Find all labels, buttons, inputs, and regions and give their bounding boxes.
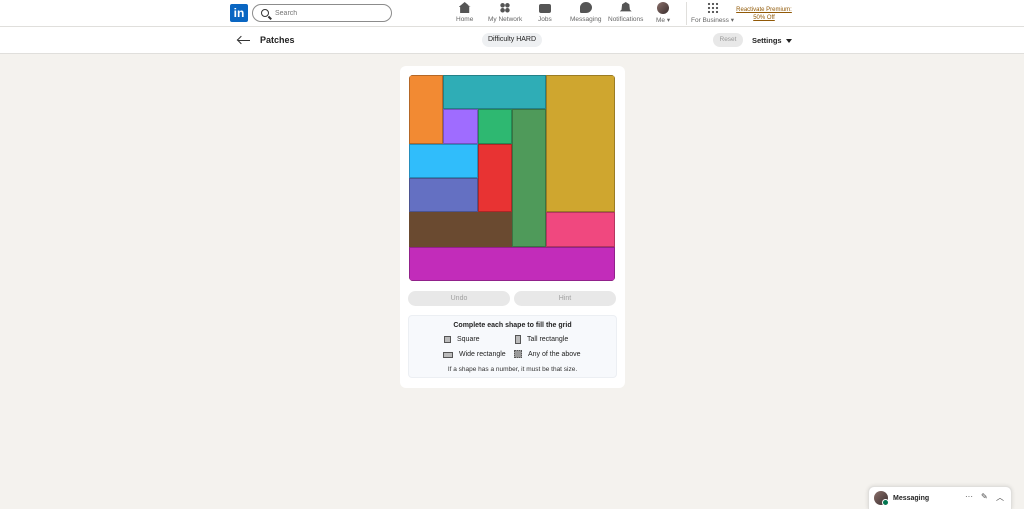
notification-badge: 16 [629,0,637,7]
premium-link[interactable]: Reactivate Premium: 50% Off [736,6,792,22]
page-title: Patches [260,35,295,45]
nav-home[interactable]: Home [456,2,473,23]
legend-wide: Wide rectangle [443,351,506,358]
nav-network-label: My Network [488,16,523,23]
wide-rectangle-icon [443,351,453,358]
legend-tall: Tall rectangle [515,335,568,344]
search-bar[interactable] [252,4,392,22]
puzzle-piece[interactable] [443,75,547,110]
nav-me[interactable]: Me ▾ [656,2,670,24]
game-header: Patches Difficulty HARD Reset Settings [0,27,1024,54]
avatar [657,2,670,14]
puzzle-piece[interactable] [546,75,615,213]
puzzle-piece[interactable] [409,246,615,281]
puzzle-piece[interactable] [409,143,478,178]
puzzle-piece[interactable] [512,109,547,247]
briefcase-icon [538,4,551,13]
messaging-label: Messaging [893,495,930,502]
nav-divider [686,2,687,25]
search-input[interactable] [275,9,375,17]
premium-line-2: 50% Off [753,15,775,21]
legend-any: Any of the above [514,350,581,358]
nav-messaging-label: Messaging [570,16,602,23]
more-options-icon[interactable]: ··· [965,492,973,501]
puzzle-piece[interactable] [409,178,478,213]
top-nav: in Home My Network Jobs Messaging 16 Not… [0,0,1024,27]
hint-button[interactable]: Hint [514,291,616,306]
nav-business-label: For Business ▾ [691,17,735,24]
legend-any-label: Any of the above [528,350,581,358]
back-arrow-icon[interactable] [238,35,250,45]
nav-notifications-label: Notifications [608,16,644,23]
settings-dropdown[interactable]: Settings [752,36,792,45]
chat-icon [579,2,592,13]
search-icon [261,9,269,17]
premium-line-1: Reactivate Premium: [736,7,792,13]
chevron-up-icon[interactable]: ︿ [996,492,1004,503]
legend-wide-label: Wide rectangle [459,351,506,358]
linkedin-logo[interactable]: in [230,4,248,22]
legend-title: Complete each shape to fill the grid [453,322,572,329]
legend-square: Square [444,336,480,343]
nav-messaging[interactable]: Messaging [570,2,601,23]
reset-button[interactable]: Reset [713,33,743,47]
nav-home-label: Home [456,16,474,23]
rules-legend: Complete each shape to fill the grid Squ… [408,315,617,378]
grid-icon [706,2,719,13]
network-icon [499,2,512,13]
compose-icon[interactable]: ✎ [981,492,988,501]
nav-notifications[interactable]: 16 Notifications [608,2,643,23]
nav-jobs[interactable]: Jobs [538,2,552,23]
puzzle-piece[interactable] [443,109,478,144]
nav-jobs-label: Jobs [538,16,552,23]
any-shape-icon [514,350,522,358]
legend-tall-label: Tall rectangle [527,336,569,343]
undo-button[interactable]: Undo [408,291,510,306]
puzzle-piece[interactable] [477,109,512,144]
square-icon [444,336,451,343]
bell-icon: 16 [619,2,632,12]
difficulty-badge: Difficulty HARD [482,33,542,47]
avatar [874,491,889,506]
nav-my-network[interactable]: My Network [488,2,522,23]
puzzle-piece[interactable] [409,75,444,144]
home-icon [458,2,471,13]
puzzle-piece[interactable] [477,143,512,213]
legend-note: If a shape has a number, it must be that… [447,366,578,373]
legend-square-label: Square [457,336,480,343]
tall-rectangle-icon [515,335,521,344]
nav-me-label: Me ▾ [656,17,671,24]
puzzle-piece[interactable] [546,212,615,247]
nav-for-business[interactable]: For Business ▾ [691,2,734,24]
game-card: Undo Hint Complete each shape to fill th… [400,66,625,388]
puzzle-board[interactable] [409,75,615,281]
messaging-dock[interactable]: Messaging ··· ✎ ︿ [868,486,1012,509]
